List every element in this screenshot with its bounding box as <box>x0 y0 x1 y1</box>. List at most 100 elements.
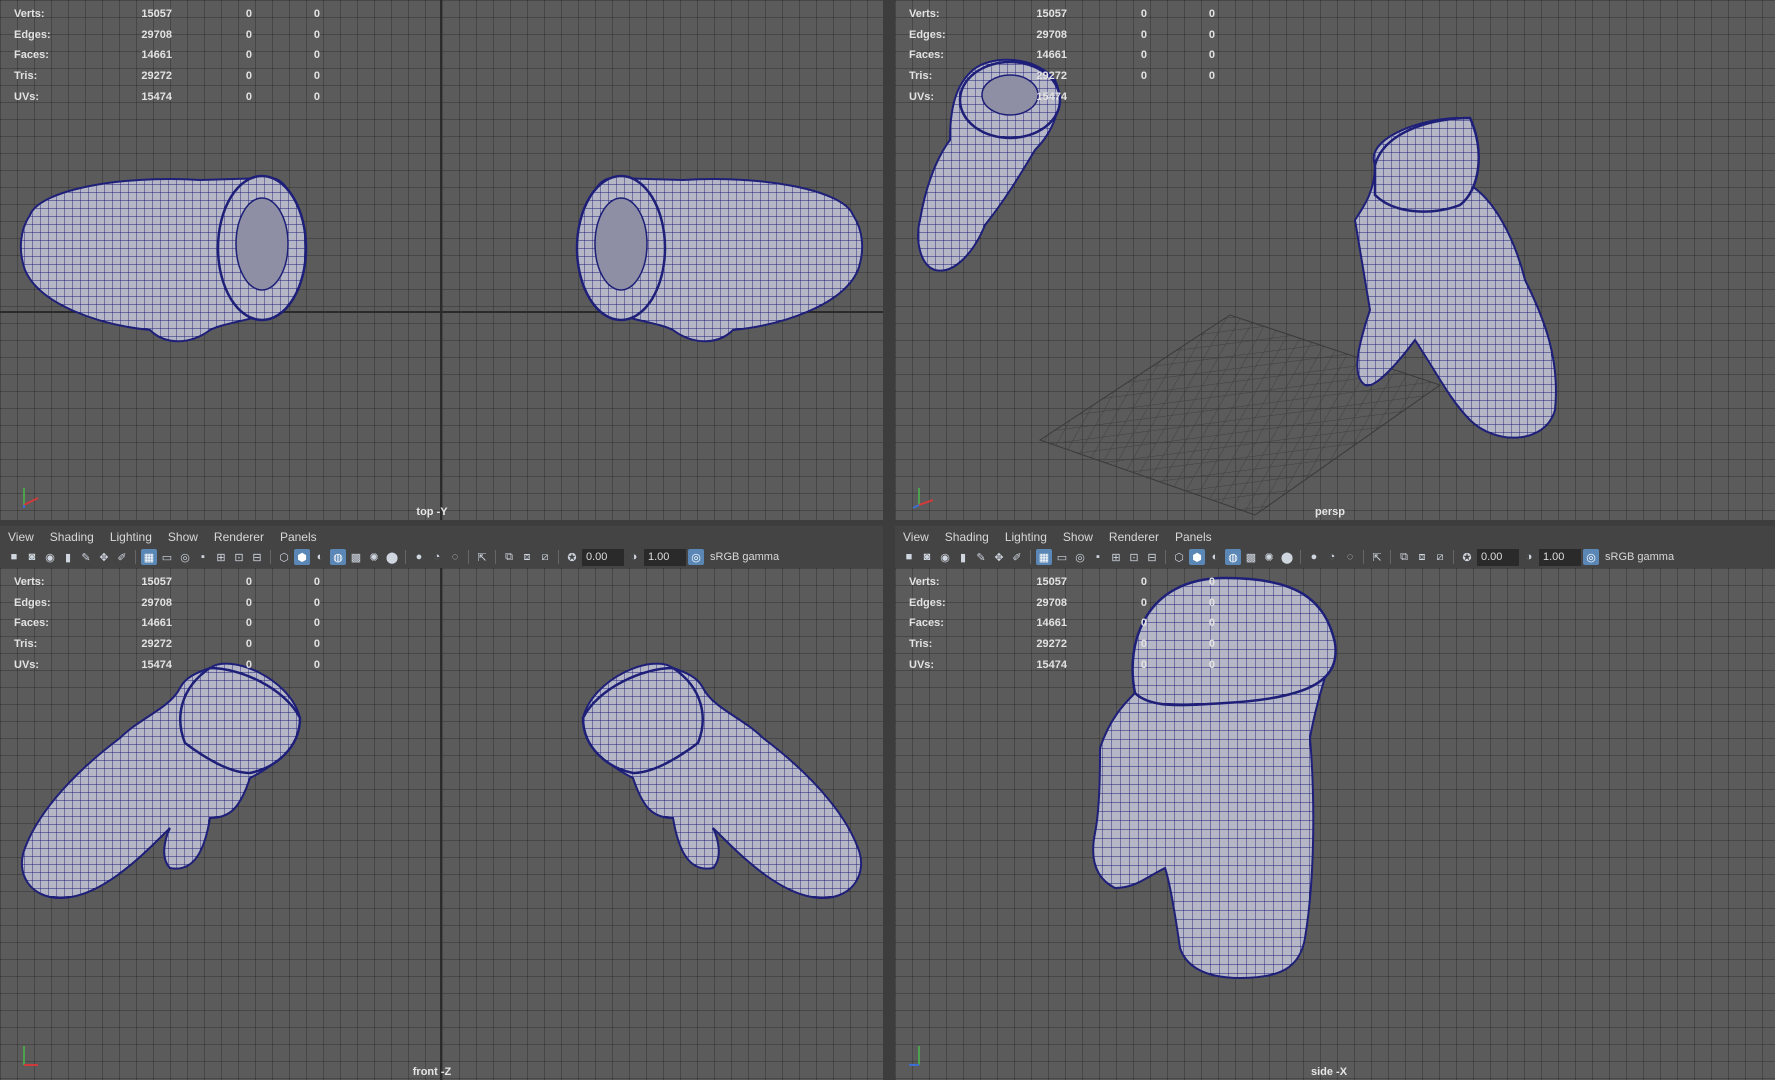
menu-show[interactable]: Show <box>160 530 206 544</box>
camera-attr-icon[interactable]: ◉ <box>42 549 58 565</box>
axis-gizmo-icon <box>23 488 39 508</box>
safe-title-icon[interactable]: ⊞ <box>1108 549 1124 565</box>
image-plane-icon[interactable]: ✎ <box>973 549 989 565</box>
wireframe-icon[interactable]: ⊡ <box>231 549 247 565</box>
menu-show[interactable]: Show <box>1055 530 1101 544</box>
xray-joints-icon[interactable]: ⧉ <box>1396 549 1412 565</box>
film-gate-icon[interactable]: ✐ <box>1009 549 1025 565</box>
camera-select-icon[interactable]: ■ <box>901 549 917 565</box>
gamma-field[interactable] <box>644 548 686 566</box>
film-gate-icon[interactable]: ✐ <box>114 549 130 565</box>
hud-zero: 0 <box>313 638 320 651</box>
safe-action-icon[interactable]: ▪ <box>195 549 211 565</box>
xray-joints-icon[interactable]: ⧉ <box>501 549 517 565</box>
isolate-select-icon[interactable]: ◌ <box>1342 549 1358 565</box>
hud-label: Tris: <box>909 638 933 651</box>
viewport-persp[interactable]: Verts: 15057 0 0 Edges: 29708 0 0 Faces: 14661 0… <box>895 0 1775 520</box>
hud-zero: 0 <box>245 658 252 671</box>
wireframe-on-shaded-icon[interactable]: ⬢ <box>294 549 310 565</box>
anti-aliasing-icon[interactable]: ● <box>411 549 427 565</box>
grid-icon[interactable]: ✥ <box>96 549 112 565</box>
camera-lock-icon[interactable]: ◙ <box>24 549 40 565</box>
color-space-label[interactable]: sRGB gamma <box>1605 551 1674 563</box>
hud-value: 14661 <box>1036 617 1067 630</box>
camera-lock-icon[interactable]: ◙ <box>919 549 935 565</box>
menu-renderer[interactable]: Renderer <box>1101 530 1167 544</box>
menu-panels[interactable]: Panels <box>1167 530 1220 544</box>
depth-of-field-icon[interactable]: ◔ <box>429 549 445 565</box>
exposure-icon[interactable]: ✪ <box>1459 549 1475 565</box>
menu-lighting[interactable]: Lighting <box>997 530 1055 544</box>
grid-icon[interactable]: ✥ <box>991 549 1007 565</box>
field-chart-icon[interactable]: ◎ <box>1072 549 1088 565</box>
ambient-occlusion-icon[interactable]: ✺ <box>366 549 382 565</box>
ruler-icon[interactable]: ⧄ <box>1432 549 1448 565</box>
image-plane-icon[interactable]: ✎ <box>78 549 94 565</box>
isolate-select-icon[interactable]: ◌ <box>447 549 463 565</box>
resolution-gate-icon[interactable]: ▦ <box>141 549 157 565</box>
lights-icon[interactable]: ◍ <box>1225 549 1241 565</box>
textured-icon[interactable]: ◐ <box>312 549 328 565</box>
camera-select-icon[interactable]: ■ <box>6 549 22 565</box>
ambient-occlusion-icon[interactable]: ✺ <box>1261 549 1277 565</box>
poly-count-hud: Verts: 15057 0 0 Edges: 29708 0 0 Faces: 14661 0… <box>909 4 1215 107</box>
anti-aliasing-icon[interactable]: ● <box>1306 549 1322 565</box>
motion-blur-icon[interactable]: ⬤ <box>384 549 400 565</box>
motion-blur-icon[interactable]: ⬤ <box>1279 549 1295 565</box>
safe-title-icon[interactable]: ⊞ <box>213 549 229 565</box>
shadows-icon[interactable]: ▩ <box>1243 549 1259 565</box>
hud-label: Verts: <box>909 576 940 588</box>
xray-icon[interactable]: ⇱ <box>474 549 490 565</box>
shadows-icon[interactable]: ▩ <box>348 549 364 565</box>
hud-label: Faces: <box>14 617 49 630</box>
textured-icon[interactable]: ◐ <box>1207 549 1223 565</box>
hud-zero: 0 <box>1208 617 1215 630</box>
hud-value: 15474 <box>1036 90 1067 103</box>
bookmark-icon[interactable]: ▮ <box>955 549 971 565</box>
exposure-field[interactable] <box>582 548 624 566</box>
gate-mask-icon[interactable]: ▭ <box>159 549 175 565</box>
gate-mask-icon[interactable]: ▭ <box>1054 549 1070 565</box>
default-material-icon[interactable]: ⬡ <box>276 549 292 565</box>
pane-divider-vertical[interactable] <box>883 0 895 1080</box>
color-management-icon[interactable]: ◎ <box>688 549 704 565</box>
color-space-label[interactable]: sRGB gamma <box>710 551 779 563</box>
menu-shading[interactable]: Shading <box>42 530 102 544</box>
viewport-top[interactable]: Verts: 15057 0 0 Edges: 29708 0 0 Faces: 14661 0… <box>0 0 883 520</box>
color-management-icon[interactable]: ◎ <box>1583 549 1599 565</box>
bookmark-icon[interactable]: ▮ <box>60 549 76 565</box>
smooth-shade-icon[interactable]: ⊟ <box>1144 549 1160 565</box>
safe-action-icon[interactable]: ▪ <box>1090 549 1106 565</box>
exposure-icon[interactable]: ✪ <box>564 549 580 565</box>
smooth-shade-icon[interactable]: ⊟ <box>249 549 265 565</box>
ruler-icon[interactable]: ⧄ <box>537 549 553 565</box>
hud-zero: 0 <box>245 8 252 20</box>
menu-view[interactable]: View <box>895 530 937 544</box>
wireframe-icon[interactable]: ⊡ <box>1126 549 1142 565</box>
resolution-gate-icon[interactable]: ▦ <box>1036 549 1052 565</box>
gamma-icon[interactable]: ◑ <box>626 549 642 565</box>
field-chart-icon[interactable]: ◎ <box>177 549 193 565</box>
gamma-field[interactable] <box>1539 548 1581 566</box>
viewport-side[interactable]: Verts: 15057 0 0 Edges: 29708 0 0 Faces: 14661 0… <box>895 568 1775 1080</box>
wireframe-on-shaded-icon[interactable]: ⬢ <box>1189 549 1205 565</box>
menu-lighting[interactable]: Lighting <box>102 530 160 544</box>
hud-value: 15474 <box>141 658 172 671</box>
default-material-icon[interactable]: ⬡ <box>1171 549 1187 565</box>
hud-zero: 0 <box>313 28 320 41</box>
menu-panels[interactable]: Panels <box>272 530 325 544</box>
hud-label: Tris: <box>909 70 933 83</box>
menu-renderer[interactable]: Renderer <box>206 530 272 544</box>
lights-icon[interactable]: ◍ <box>330 549 346 565</box>
viewport-front[interactable]: Verts: 15057 0 0 Edges: 29708 0 0 Faces: 14661 0… <box>0 568 883 1080</box>
camera-attr-icon[interactable]: ◉ <box>937 549 953 565</box>
gamma-icon[interactable]: ◑ <box>1521 549 1537 565</box>
menu-shading[interactable]: Shading <box>937 530 997 544</box>
xray-icon[interactable]: ⇱ <box>1369 549 1385 565</box>
hud-label: Faces: <box>909 49 944 62</box>
menu-view[interactable]: View <box>0 530 42 544</box>
depth-of-field-icon[interactable]: ◔ <box>1324 549 1340 565</box>
xray-components-icon[interactable]: ⧈ <box>519 549 535 565</box>
exposure-field[interactable] <box>1477 548 1519 566</box>
xray-components-icon[interactable]: ⧈ <box>1414 549 1430 565</box>
